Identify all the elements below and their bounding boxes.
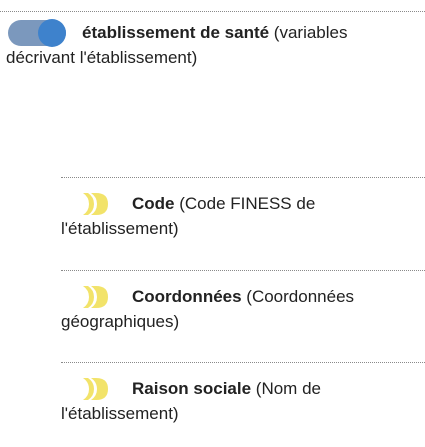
variable-label: Raison sociale (Nom de xyxy=(132,377,422,401)
toggle-on-icon xyxy=(38,19,66,47)
dimension-icon xyxy=(82,191,122,217)
variable-description-line2: géographiques) xyxy=(61,312,180,331)
top-divider xyxy=(0,11,425,12)
dimension-icon xyxy=(82,376,122,402)
variable-name: Raison sociale xyxy=(132,379,252,398)
row-divider xyxy=(61,177,425,178)
section-header: établissement de santé (variables xyxy=(82,21,422,45)
variable-label: Code (Code FINESS de xyxy=(132,192,422,216)
section-description-line2: décrivant l'établissement) xyxy=(6,48,198,67)
section-toggle[interactable] xyxy=(8,19,66,47)
variable-name: Coordonnées xyxy=(132,287,242,306)
variable-description: (Coordonnées xyxy=(241,287,355,306)
dimension-icon xyxy=(82,284,122,310)
variable-description-line2: l'établissement) xyxy=(61,404,179,423)
section-description: (variables xyxy=(269,23,348,42)
section-title: établissement de santé xyxy=(82,23,270,42)
variable-description-line2: l'établissement) xyxy=(61,219,179,238)
variable-description: (Code FINESS de xyxy=(174,194,316,213)
variable-label: Coordonnées (Coordonnées xyxy=(132,285,422,309)
variable-name: Code xyxy=(132,194,175,213)
row-divider xyxy=(61,270,425,271)
row-divider xyxy=(61,362,425,363)
variable-description: (Nom de xyxy=(251,379,321,398)
